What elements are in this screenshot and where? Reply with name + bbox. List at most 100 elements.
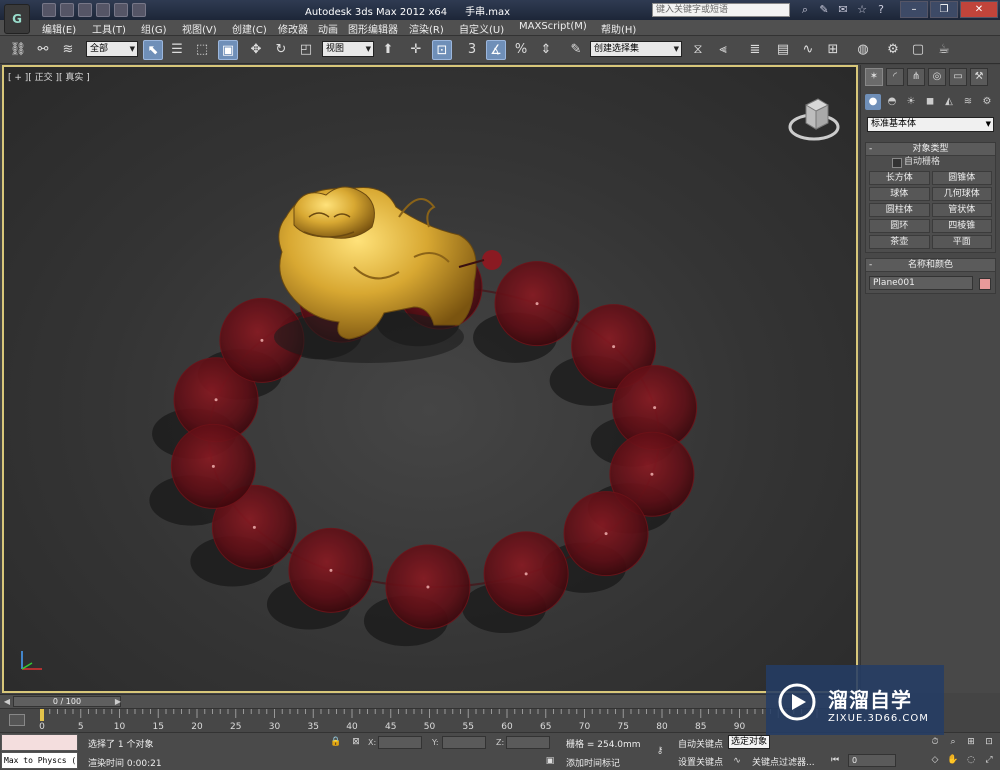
- perspective-viewport[interactable]: [ + ][ 正交 ][ 真实 ]: [2, 65, 858, 693]
- key-filter-curve-icon[interactable]: ∿: [731, 755, 743, 767]
- unlink-icon[interactable]: ⚯: [33, 40, 53, 60]
- menu-edit[interactable]: 编辑(E): [42, 21, 76, 36]
- geosphere-button[interactable]: 几何球体: [931, 187, 992, 201]
- quick-access-dropdown-icon[interactable]: [132, 3, 146, 17]
- modify-tab-icon[interactable]: ◜: [886, 68, 904, 86]
- object-name-field[interactable]: Plane001: [869, 276, 973, 290]
- key-mode-dropdown[interactable]: 选定对象: [728, 735, 770, 749]
- viewcube[interactable]: [784, 93, 844, 147]
- named-selection-dropdown[interactable]: 创建选择集: [590, 41, 682, 57]
- current-frame-field[interactable]: 0: [848, 754, 896, 767]
- time-slider[interactable]: 0 / 100: [13, 696, 121, 707]
- sphere-button[interactable]: 球体: [869, 187, 930, 201]
- zoom-icon[interactable]: ⌕: [946, 736, 960, 749]
- subscription-icon[interactable]: ✎: [816, 2, 832, 18]
- teapot-button[interactable]: 茶壶: [869, 235, 930, 249]
- menu-create[interactable]: 创建(C): [232, 21, 267, 36]
- search-input[interactable]: 键入关键字或短语: [652, 3, 790, 17]
- lights-icon[interactable]: ☀: [903, 94, 919, 110]
- primitive-category-dropdown[interactable]: 标准基本体: [867, 117, 994, 132]
- rendered-frame-window-icon[interactable]: ▢: [908, 40, 928, 60]
- binoculars-icon[interactable]: ⌕: [797, 2, 813, 18]
- utilities-tab-icon[interactable]: ⚒: [970, 68, 988, 86]
- x-coordinate-field[interactable]: [378, 736, 422, 749]
- select-by-name-icon[interactable]: ☰: [167, 40, 187, 60]
- object-type-rollout-header[interactable]: - 对象类型: [866, 143, 995, 156]
- add-time-tag-button[interactable]: 添加时间标记: [566, 756, 620, 769]
- zoom-extents-icon[interactable]: ⊡: [982, 736, 996, 749]
- scale-icon[interactable]: ◰: [296, 40, 316, 60]
- angle-snap-icon[interactable]: ∡: [486, 40, 506, 60]
- spinner-snap-icon[interactable]: ⇕: [536, 40, 556, 60]
- maxscript-mini-listener[interactable]: [1, 734, 78, 751]
- select-manipulate-icon[interactable]: ✛: [406, 40, 426, 60]
- create-tab-icon[interactable]: ✶: [865, 68, 883, 86]
- y-coordinate-field[interactable]: [442, 736, 486, 749]
- save-file-icon[interactable]: [78, 3, 92, 17]
- select-object-icon[interactable]: ⬉: [143, 40, 163, 60]
- helpers-icon[interactable]: ◭: [941, 94, 957, 110]
- schematic-view-icon[interactable]: ⊞: [823, 40, 843, 60]
- close-button[interactable]: ✕: [960, 1, 998, 18]
- time-config-icon[interactable]: ⏱: [928, 736, 942, 749]
- reference-coordinate-dropdown[interactable]: 视图: [322, 41, 374, 57]
- field-of-view-icon[interactable]: ◇: [928, 754, 942, 767]
- systems-icon[interactable]: ⚙: [979, 94, 995, 110]
- object-color-swatch[interactable]: [979, 278, 991, 290]
- pyramid-button[interactable]: 四棱锥: [931, 219, 992, 233]
- autogrid-checkbox[interactable]: 自动栅格: [866, 156, 995, 169]
- key-icon[interactable]: ⚷: [650, 745, 670, 757]
- menu-group[interactable]: 组(G): [141, 21, 167, 36]
- app-logo-button[interactable]: G: [4, 4, 30, 34]
- pivot-center-icon[interactable]: ⬆: [378, 40, 398, 60]
- favorites-star-icon[interactable]: ☆: [854, 2, 870, 18]
- graphite-ribbon-icon[interactable]: ▤: [773, 40, 793, 60]
- window-crossing-icon[interactable]: ▣: [218, 40, 238, 60]
- restore-button[interactable]: ❐: [930, 1, 958, 18]
- selection-filter-dropdown[interactable]: 全部: [86, 41, 138, 57]
- menu-customize[interactable]: 自定义(U): [459, 21, 504, 36]
- absolute-mode-icon[interactable]: ⊠: [350, 736, 362, 748]
- redo-icon[interactable]: [114, 3, 128, 17]
- cone-button[interactable]: 圆锥体: [931, 171, 992, 185]
- edit-named-selection-icon[interactable]: ✎: [566, 40, 586, 60]
- tube-button[interactable]: 管状体: [931, 203, 992, 217]
- percent-snap-icon[interactable]: %: [511, 40, 531, 60]
- hierarchy-tab-icon[interactable]: ⋔: [907, 68, 925, 86]
- time-slider-next-icon[interactable]: ▶: [113, 696, 123, 707]
- snaps-toggle-icon[interactable]: 3: [462, 40, 482, 60]
- orbit-icon[interactable]: ◌: [964, 754, 978, 767]
- undo-icon[interactable]: [96, 3, 110, 17]
- geometry-icon[interactable]: ●: [865, 94, 881, 110]
- selection-lock-icon[interactable]: 🔒: [330, 736, 342, 748]
- menu-graph-editors[interactable]: 图形编辑器: [348, 21, 398, 36]
- current-frame-marker[interactable]: [40, 709, 44, 721]
- communication-icon[interactable]: ✉: [835, 2, 851, 18]
- open-file-icon[interactable]: [60, 3, 74, 17]
- menu-rendering[interactable]: 渲染(R): [409, 21, 444, 36]
- bind-space-warp-icon[interactable]: ≋: [58, 40, 78, 60]
- name-and-color-rollout-header[interactable]: - 名称和颜色: [866, 259, 995, 272]
- display-tab-icon[interactable]: ▭: [949, 68, 967, 86]
- menu-maxscript[interactable]: MAXScript(M): [519, 21, 587, 32]
- time-slider-prev-icon[interactable]: ◀: [2, 696, 12, 707]
- plane-button[interactable]: 平面: [931, 235, 992, 249]
- mirror-icon[interactable]: ⧖: [688, 40, 708, 60]
- goto-start-icon[interactable]: ⏮: [828, 754, 842, 767]
- render-production-icon[interactable]: ☕: [934, 40, 954, 60]
- maxscript-input[interactable]: Max to Physcs (: [1, 752, 78, 769]
- align-icon[interactable]: ⫷: [713, 40, 733, 60]
- zoom-all-icon[interactable]: ⊞: [964, 736, 978, 749]
- cameras-icon[interactable]: ◼: [922, 94, 938, 110]
- set-key-button[interactable]: 设置关键点: [678, 755, 723, 768]
- link-icon[interactable]: ⛓: [8, 40, 28, 60]
- motion-tab-icon[interactable]: ◎: [928, 68, 946, 86]
- material-editor-icon[interactable]: ◍: [853, 40, 873, 60]
- auto-key-button[interactable]: 自动关键点: [678, 737, 723, 750]
- rotate-icon[interactable]: ↻: [271, 40, 291, 60]
- space-warps-icon[interactable]: ≋: [960, 94, 976, 110]
- help-icon[interactable]: ?: [873, 2, 889, 18]
- key-filters-button[interactable]: 关键点过滤器...: [752, 755, 815, 768]
- layer-manager-icon[interactable]: ≣: [745, 40, 765, 60]
- menu-tools[interactable]: 工具(T): [92, 21, 126, 36]
